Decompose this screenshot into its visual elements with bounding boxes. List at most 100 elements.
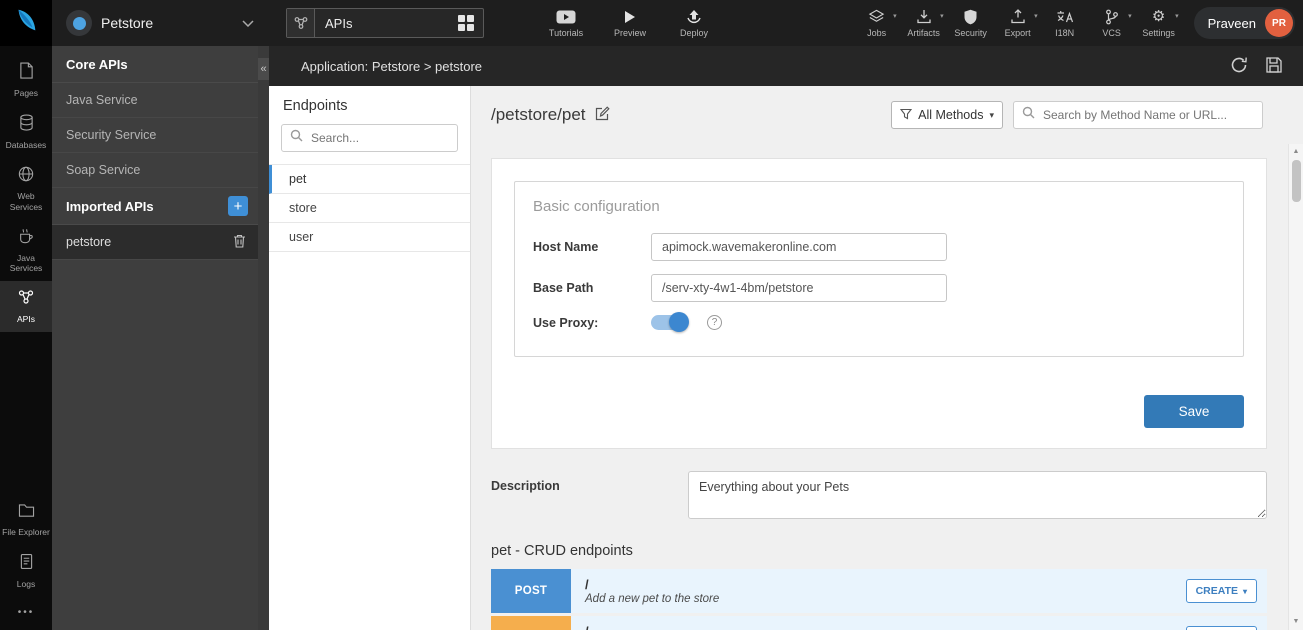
shield-icon <box>963 9 978 25</box>
endpoint-item-store[interactable]: store <box>269 194 470 223</box>
save-button[interactable]: Save <box>1144 395 1244 428</box>
folder-icon <box>18 503 35 523</box>
sidebar-item-label: Soap Service <box>66 163 140 177</box>
method-search <box>1013 101 1263 129</box>
refresh-button[interactable] <box>1229 55 1249 78</box>
trash-icon <box>233 234 246 251</box>
rail-item-web-services[interactable]: Web Services <box>0 158 52 219</box>
endpoints-search <box>281 124 458 152</box>
body: Pages Databases Web Services Java Servic… <box>0 46 1303 630</box>
resource-switcher[interactable]: APIs <box>286 8 484 38</box>
update-action-button[interactable]: UPDATE ▾ <box>1186 626 1257 630</box>
wavemaker-logo[interactable] <box>0 0 52 46</box>
page-title: /petstore/pet <box>491 105 586 125</box>
tutorials-button[interactable]: Tutorials <box>540 8 592 38</box>
host-name-label: Host Name <box>533 240 651 254</box>
artifacts-label: Artifacts <box>907 28 940 38</box>
add-api-button[interactable]: + <box>228 196 248 216</box>
i18n-language-icon <box>1056 9 1074 25</box>
description-textarea[interactable]: Everything about your Pets <box>688 471 1267 519</box>
git-branch-icon <box>1105 9 1119 25</box>
rail-item-pages[interactable]: Pages <box>0 54 52 106</box>
jobs-icon <box>868 9 885 25</box>
endpoint-label: store <box>289 201 317 215</box>
export-button[interactable]: Export ▾ <box>995 9 1041 38</box>
caret-down-icon: ▾ <box>940 13 944 20</box>
basic-config-panel: Basic configuration Host Name Base Path <box>514 181 1244 357</box>
rail-label: Java Services <box>2 253 50 273</box>
scroll-down-arrow[interactable]: ▼ <box>1293 614 1300 630</box>
scrollbar-thumb[interactable] <box>1292 160 1301 202</box>
endpoints-search-input[interactable] <box>309 130 449 146</box>
sidebar-item-petstore[interactable]: petstore <box>52 225 258 260</box>
coffee-cup-icon <box>18 228 34 249</box>
sidebar-item-soap-service[interactable]: Soap Service <box>52 153 258 188</box>
endpoint-row-put[interactable]: PUT / Update an existing pet UPDATE ▾ <box>491 616 1267 630</box>
sidebar-item-label: Security Service <box>66 128 156 142</box>
endpoint-row-body: / Update an existing pet <box>571 616 699 630</box>
gear-icon: ⚙ <box>1152 9 1165 25</box>
preview-label: Preview <box>614 28 646 38</box>
rail-label: Logs <box>17 579 35 589</box>
rail-item-databases[interactable]: Databases <box>0 106 52 158</box>
vertical-scrollbar[interactable]: ▲ ▼ <box>1288 144 1303 630</box>
endpoint-label: pet <box>289 172 306 186</box>
host-name-row: Host Name <box>515 233 1243 261</box>
database-icon <box>19 114 34 136</box>
collapse-sidebar-button[interactable]: « <box>258 58 269 80</box>
main-scroll-area: Basic configuration Host Name Base Path <box>471 144 1288 630</box>
rail-label: Databases <box>6 140 47 150</box>
sidebar-item-java-service[interactable]: Java Service <box>52 83 258 118</box>
right-column: Application: Petstore > petstore <box>269 46 1303 630</box>
endpoint-row-post[interactable]: POST / Add a new pet to the store CREATE… <box>491 569 1267 613</box>
scroll-up-arrow[interactable]: ▲ <box>1293 144 1300 160</box>
config-card: Basic configuration Host Name Base Path <box>491 158 1267 449</box>
artifacts-button[interactable]: Artifacts ▾ <box>901 9 947 38</box>
settings-button[interactable]: ⚙ Settings ▾ <box>1136 9 1182 38</box>
use-proxy-toggle[interactable] <box>651 315 687 330</box>
topbar-actions: Tutorials Preview Deploy <box>540 8 720 38</box>
method-search-input[interactable] <box>1041 107 1254 123</box>
more-button[interactable]: ••• <box>0 597 52 630</box>
delete-api-button[interactable] <box>233 234 246 251</box>
left-rail: Pages Databases Web Services Java Servic… <box>0 46 52 630</box>
rail-spacer <box>0 332 52 494</box>
endpoint-item-user[interactable]: user <box>269 223 470 252</box>
user-menu[interactable]: Praveen PR <box>1194 7 1295 39</box>
sidebar-item-label: Java Service <box>66 93 138 107</box>
search-icon <box>290 129 303 147</box>
host-name-input[interactable] <box>651 233 947 261</box>
i18n-button[interactable]: I18N <box>1042 9 1088 38</box>
description-row: Description Everything about your Pets <box>491 471 1267 519</box>
wavemaker-studio: Petstore APIs Tutorials <box>0 0 1303 630</box>
preview-button[interactable]: Preview <box>604 8 656 38</box>
sidebar-item-security-service[interactable]: Security Service <box>52 118 258 153</box>
rail-item-logs[interactable]: Logs <box>0 545 52 597</box>
main-panel: /petstore/pet All Methods <box>471 86 1303 630</box>
base-path-row: Base Path <box>515 274 1243 302</box>
rail-label: Web Services <box>2 191 50 211</box>
base-path-input[interactable] <box>651 274 947 302</box>
grid-icon[interactable] <box>458 15 474 31</box>
vcs-button[interactable]: VCS ▾ <box>1089 9 1135 38</box>
rail-item-java-services[interactable]: Java Services <box>0 220 52 281</box>
help-icon[interactable]: ? <box>707 315 722 330</box>
toggle-knob <box>669 312 689 332</box>
rail-item-apis[interactable]: APIs <box>0 281 52 332</box>
save-project-button[interactable] <box>1265 56 1283 77</box>
i18n-label: I18N <box>1055 28 1074 38</box>
create-action-button[interactable]: CREATE ▾ <box>1186 579 1257 603</box>
core-apis-title: Core APIs <box>66 57 128 72</box>
deploy-label: Deploy <box>680 28 708 38</box>
deploy-icon <box>685 8 703 25</box>
rail-item-file-explorer[interactable]: File Explorer <box>0 495 52 545</box>
project-selector[interactable]: Petstore <box>52 10 264 36</box>
edit-title-button[interactable] <box>594 105 611 125</box>
artifacts-download-icon <box>916 9 932 25</box>
security-button[interactable]: Security <box>948 9 994 38</box>
deploy-button[interactable]: Deploy <box>668 8 720 38</box>
settings-label: Settings <box>1142 28 1175 38</box>
endpoint-item-pet[interactable]: pet <box>269 165 470 194</box>
jobs-button[interactable]: Jobs ▾ <box>854 9 900 38</box>
methods-filter-select[interactable]: All Methods ▾ <box>891 101 1003 129</box>
